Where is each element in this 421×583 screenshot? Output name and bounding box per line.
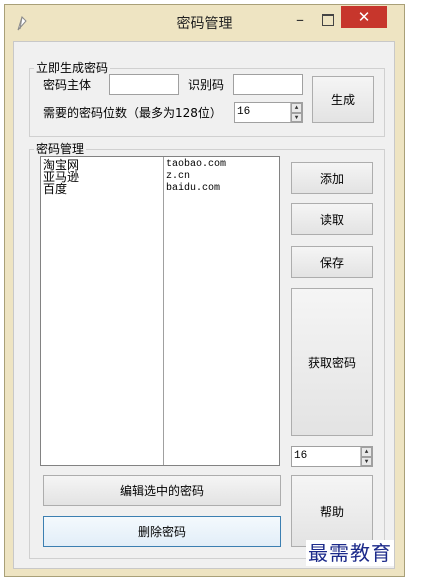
get-password-button[interactable]: 获取密码 <box>291 288 373 436</box>
length-spin[interactable]: ▲ ▼ <box>290 103 302 122</box>
add-button[interactable]: 添加 <box>291 162 373 194</box>
length-stepper[interactable]: 16 ▲ ▼ <box>234 102 303 123</box>
maximize-button[interactable] <box>314 11 340 31</box>
password-list[interactable]: 淘宝网 亚马逊 百度 taobao.com z.cn baidu.com <box>40 156 280 466</box>
minimize-button[interactable]: – <box>288 11 312 31</box>
subject-input[interactable] <box>109 74 179 95</box>
id-label: 识别码 <box>188 78 225 92</box>
save-button[interactable]: 保存 <box>291 246 373 278</box>
site-column: taobao.com z.cn baidu.com <box>164 157 279 465</box>
get-length-value: 16 <box>294 450 308 462</box>
list-item[interactable]: 百度 <box>43 183 67 195</box>
close-button[interactable]: ✕ <box>341 6 387 28</box>
spin-up-icon[interactable]: ▲ <box>361 447 372 457</box>
title-bar[interactable]: 密码管理 – ✕ <box>5 5 404 41</box>
subject-label: 密码主体 <box>43 78 92 92</box>
generate-group-title: 立即生成密码 <box>34 60 111 76</box>
id-input[interactable] <box>233 74 303 95</box>
spin-down-icon[interactable]: ▼ <box>361 456 372 466</box>
read-button[interactable]: 读取 <box>291 203 373 235</box>
manage-group-title: 密码管理 <box>34 141 87 157</box>
spin-down-icon[interactable]: ▼ <box>291 112 302 122</box>
spin-up-icon[interactable]: ▲ <box>291 103 302 113</box>
get-length-stepper[interactable]: 16 ▲ ▼ <box>291 446 373 467</box>
client-area: 立即生成密码 密码主体 识别码 需要的密码位数（最多为128位） 16 ▲ ▼ … <box>13 41 395 569</box>
delete-password-button[interactable]: 删除密码 <box>43 516 281 547</box>
watermark-text: 最需教育 <box>306 540 394 566</box>
maximize-icon <box>322 14 334 26</box>
length-value: 16 <box>237 106 251 118</box>
name-column: 淘宝网 亚马逊 百度 <box>41 157 164 465</box>
list-item[interactable]: taobao.com <box>166 159 226 171</box>
generate-button[interactable]: 生成 <box>312 76 374 123</box>
edit-selected-button[interactable]: 编辑选中的密码 <box>43 475 281 506</box>
length-label: 需要的密码位数（最多为128位） <box>43 106 222 120</box>
help-button[interactable]: 帮助 <box>291 475 373 547</box>
get-length-spin[interactable]: ▲ ▼ <box>360 447 372 466</box>
list-item[interactable]: baidu.com <box>166 183 220 195</box>
app-window: 密码管理 – ✕ 立即生成密码 密码主体 识别码 需要的密码位数（最多为128位… <box>4 4 405 577</box>
list-item[interactable]: z.cn <box>166 171 190 183</box>
